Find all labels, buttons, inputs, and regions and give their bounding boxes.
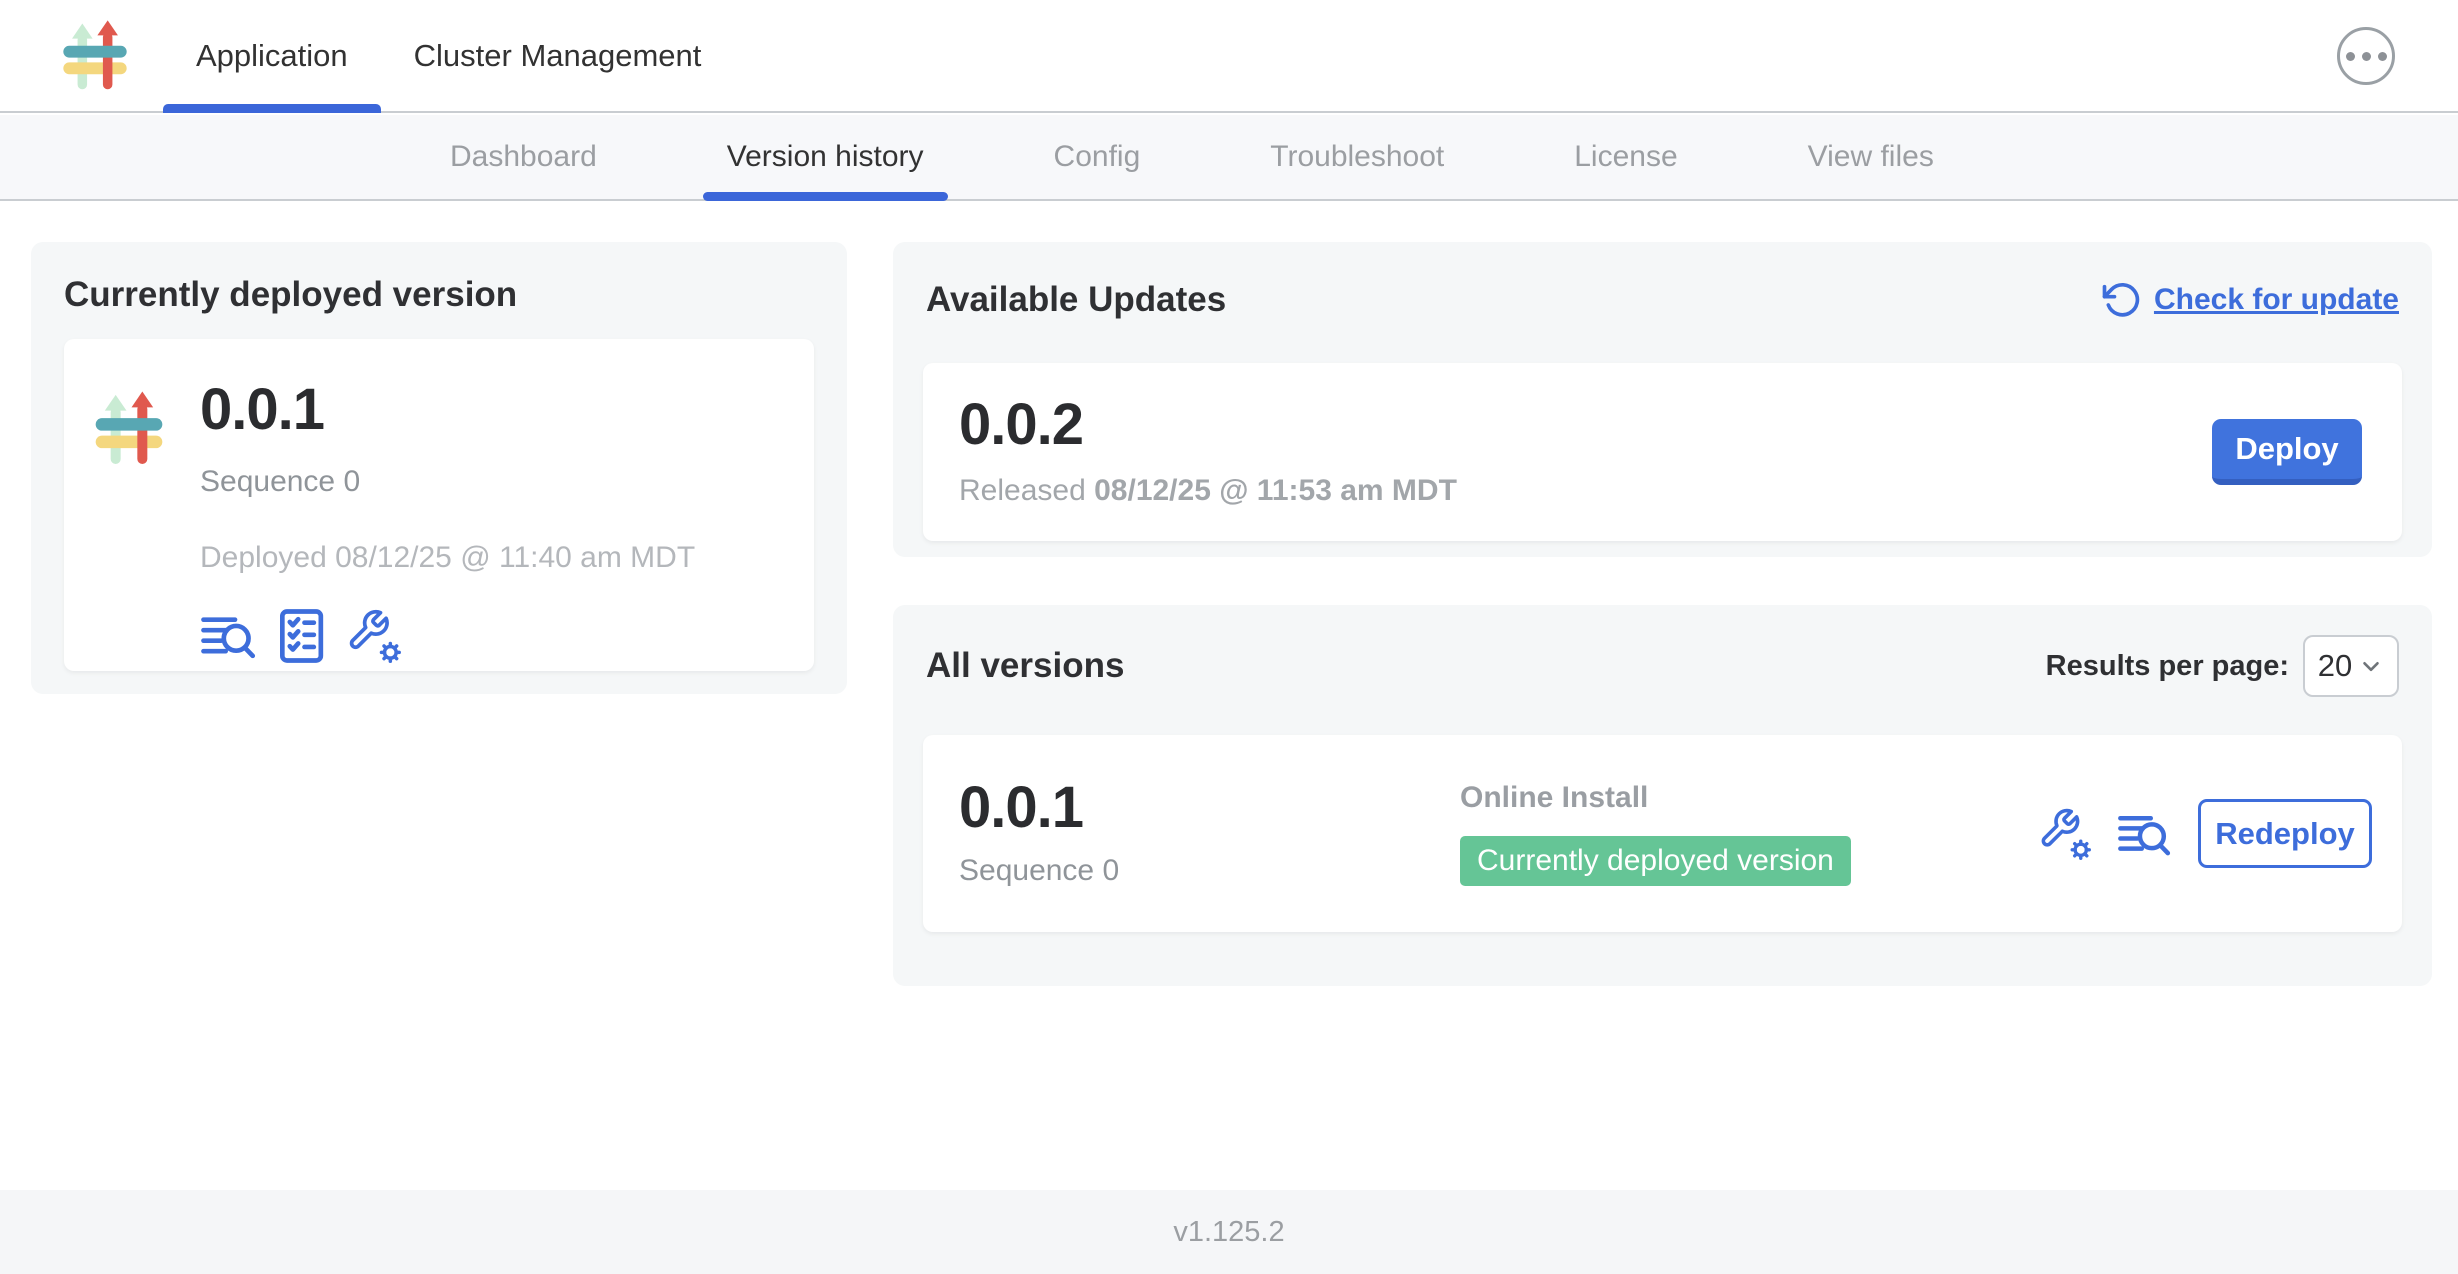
edit-config-icon[interactable] bbox=[346, 608, 402, 664]
row-version-number: 0.0.1 bbox=[959, 779, 1460, 837]
tab-cluster-management-label: Cluster Management bbox=[414, 38, 702, 74]
main-content: Currently deployed version 0.0.1 Sequenc… bbox=[0, 203, 2458, 1190]
deployed-timestamp: Deployed 08/12/25 @ 11:40 am MDT bbox=[200, 541, 695, 575]
app-subnav: Dashboard Version history Config Trouble… bbox=[0, 115, 2458, 201]
available-updates-card: Available Updates Check for update 0.0.2… bbox=[893, 242, 2432, 557]
view-logs-icon[interactable] bbox=[200, 608, 256, 664]
available-updates-title: Available Updates bbox=[926, 280, 1226, 320]
subnav-tab-config[interactable]: Config bbox=[1054, 115, 1141, 199]
tab-application-label: Application bbox=[196, 38, 348, 74]
subnav-tab-dashboard[interactable]: Dashboard bbox=[450, 115, 597, 199]
ellipsis-icon bbox=[2346, 52, 2355, 61]
footer: v1.125.2 bbox=[0, 1190, 2458, 1274]
all-versions-title: All versions bbox=[926, 646, 1124, 686]
deploy-button[interactable]: Deploy bbox=[2212, 419, 2362, 485]
chevron-down-icon bbox=[2358, 653, 2384, 679]
update-row: 0.0.2 Released 08/12/25 @ 11:53 am MDT D… bbox=[923, 363, 2402, 541]
preflight-checklist-icon[interactable] bbox=[273, 608, 329, 664]
subnav-tab-version-history[interactable]: Version history bbox=[727, 115, 924, 199]
subnav-tab-view-files[interactable]: View files bbox=[1808, 115, 1934, 199]
deployed-sequence: Sequence 0 bbox=[200, 465, 695, 499]
all-versions-card: All versions Results per page: 20 0.0.1 … bbox=[893, 605, 2432, 986]
refresh-icon bbox=[2102, 280, 2142, 320]
currently-deployed-card: Currently deployed version 0.0.1 Sequenc… bbox=[31, 242, 847, 694]
version-row: 0.0.1 Sequence 0 Online Install Currentl… bbox=[923, 735, 2402, 932]
row-sequence: Sequence 0 bbox=[959, 854, 1460, 888]
edit-config-icon[interactable] bbox=[2038, 807, 2092, 861]
update-version-number: 0.0.2 bbox=[959, 396, 1457, 454]
install-type-label: Online Install bbox=[1460, 781, 2038, 815]
results-per-page-label: Results per page: bbox=[2046, 650, 2289, 683]
deployed-version-number: 0.0.1 bbox=[200, 381, 695, 439]
header-tabs: Application Cluster Management bbox=[163, 0, 734, 111]
currently-deployed-badge: Currently deployed version bbox=[1460, 836, 1851, 886]
app-logo bbox=[89, 389, 169, 469]
more-menu-button[interactable] bbox=[2337, 27, 2395, 85]
subnav-tab-license[interactable]: License bbox=[1574, 115, 1677, 199]
results-per-page-select[interactable]: 20 bbox=[2303, 635, 2399, 697]
tab-application[interactable]: Application bbox=[163, 0, 381, 111]
check-for-update-link[interactable]: Check for update bbox=[2102, 280, 2399, 320]
console-version: v1.125.2 bbox=[1173, 1216, 1284, 1249]
app-logo bbox=[57, 18, 133, 94]
tab-cluster-management[interactable]: Cluster Management bbox=[381, 0, 735, 111]
redeploy-button[interactable]: Redeploy bbox=[2198, 799, 2372, 868]
view-logs-icon[interactable] bbox=[2117, 807, 2171, 861]
top-nav-bar: Application Cluster Management bbox=[0, 0, 2458, 113]
update-released-timestamp: Released 08/12/25 @ 11:53 am MDT bbox=[959, 474, 1457, 508]
subnav-tab-troubleshoot[interactable]: Troubleshoot bbox=[1270, 115, 1444, 199]
deployed-card-title: Currently deployed version bbox=[64, 275, 814, 315]
deployed-version-panel: 0.0.1 Sequence 0 Deployed 08/12/25 @ 11:… bbox=[64, 339, 814, 671]
